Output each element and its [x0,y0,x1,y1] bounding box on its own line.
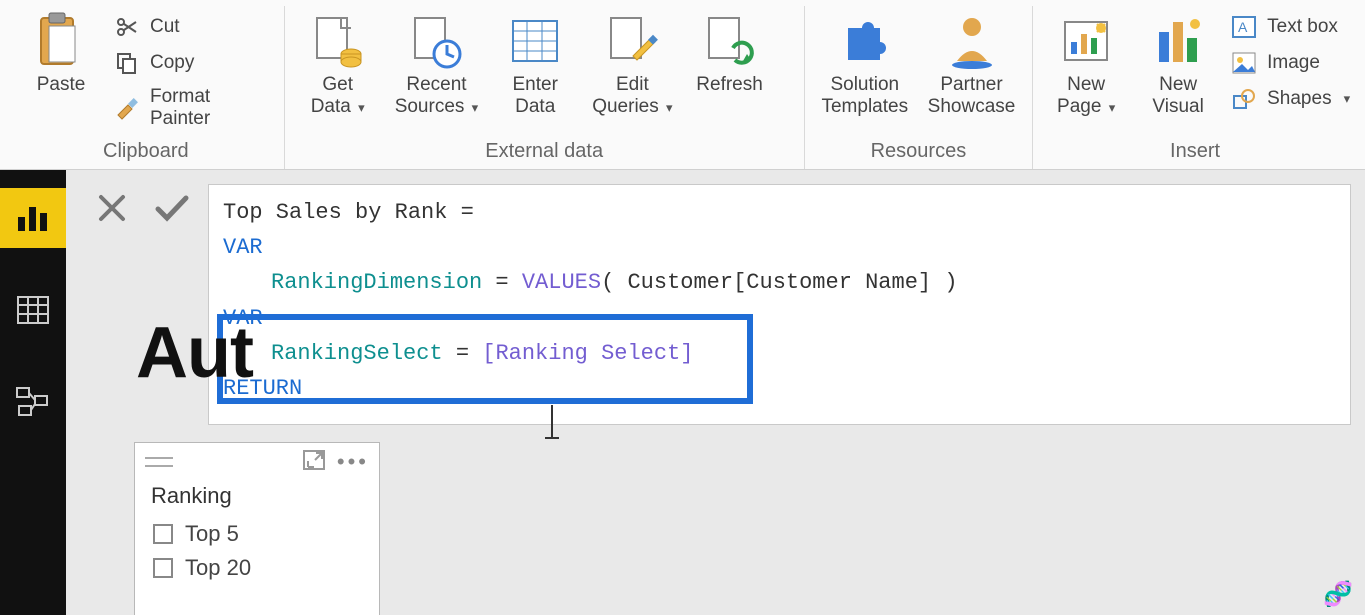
refresh-button[interactable]: Refresh [687,6,773,96]
new-page-button[interactable]: New Page ▾ [1043,6,1129,119]
new-page-label: New Page ▾ [1057,74,1115,119]
group-label-clipboard: Clipboard [18,136,274,169]
var-name: RankingSelect [271,341,443,366]
keyword-var: VAR [223,235,263,260]
chevron-down-icon: ▾ [358,100,365,115]
measure-ref: [Ranking Select] [482,341,693,366]
slicer-visual[interactable]: ••• Ranking Top 5 Top 20 [134,442,380,615]
text-box-button[interactable]: A Text box [1227,12,1354,42]
chevron-down-icon: ▾ [666,100,673,115]
paste-icon [30,10,92,72]
edit-queries-label: Edit Queries ▾ [592,74,672,119]
scissors-icon [114,14,140,40]
report-title: Aut [136,312,253,394]
group-label-resources: Resources [815,136,1022,169]
new-visual-label: New Visual [1152,74,1203,119]
focus-mode-icon[interactable] [303,450,325,475]
var-name: RankingDimension [271,270,482,295]
table-icon [16,295,50,325]
ribbon: Paste Cut [0,0,1365,170]
copy-label: Copy [150,52,194,74]
group-label-external-data: External data [295,136,794,169]
formula-bar: Top Sales by Rank = VAR RankingDimension… [66,170,1365,425]
ribbon-group-external-data: Get Data ▾ Recent Sources ▾ [285,6,805,169]
checkbox-icon[interactable] [153,524,173,544]
chevron-down-icon: ▾ [1109,100,1116,115]
solution-templates-label: Solution Templates [821,74,908,119]
partner-showcase-button[interactable]: Partner Showcase [921,6,1022,119]
new-page-icon [1055,10,1117,72]
copy-button[interactable]: Copy [110,48,274,78]
shapes-label: Shapes [1267,88,1331,110]
person-icon [941,10,1003,72]
refresh-icon [699,10,761,72]
ribbon-group-resources: Solution Templates Partner Showcase Reso… [805,6,1033,169]
shapes-icon [1231,86,1257,112]
chevron-down-icon: ▾ [472,100,479,115]
workspace: Top Sales by Rank = VAR RankingDimension… [0,170,1365,615]
slicer-item[interactable]: Top 5 [135,517,379,551]
image-button[interactable]: Image [1227,48,1354,78]
nav-model-view[interactable] [0,372,66,432]
ribbon-group-insert: New Page ▾ New Visual A Text box [1033,6,1357,169]
edit-queries-button[interactable]: Edit Queries ▾ [584,6,680,119]
more-options-icon[interactable]: ••• [337,449,369,475]
formula-text: Top Sales by Rank [223,200,461,225]
paste-label: Paste [37,74,86,96]
slicer-title: Ranking [135,475,379,517]
check-icon [155,193,189,223]
image-icon [1231,50,1257,76]
image-label: Image [1267,52,1320,74]
paste-button[interactable]: Paste [18,6,104,96]
relationship-icon [15,386,51,418]
svg-text:A: A [1238,19,1248,35]
recent-sources-label: Recent Sources ▾ [395,74,479,119]
bar-chart-icon [16,203,50,233]
cut-label: Cut [150,16,180,38]
slicer-item-label: Top 5 [185,521,239,547]
nav-report-view[interactable] [0,188,66,248]
checkbox-icon[interactable] [153,558,173,578]
puzzle-icon [834,10,896,72]
canvas-area: Top Sales by Rank = VAR RankingDimension… [66,170,1365,615]
refresh-label: Refresh [696,74,763,96]
enter-data-icon [504,10,566,72]
partner-showcase-label: Partner Showcase [928,74,1016,119]
copy-icon [114,50,140,76]
text-box-icon: A [1231,14,1257,40]
paintbrush-icon [114,95,140,121]
enter-data-label: Enter Data [512,74,557,119]
text-box-label: Text box [1267,16,1338,38]
slicer-header: ••• [135,443,379,475]
slicer-item[interactable]: Top 20 [135,551,379,585]
get-data-label: Get Data ▾ [311,74,365,119]
commit-formula-button[interactable] [154,190,190,226]
ribbon-group-clipboard: Paste Cut [8,6,285,169]
recent-sources-icon [405,10,467,72]
shapes-button[interactable]: Shapes ▾ [1227,84,1354,114]
drag-handle-icon[interactable] [145,457,291,467]
enter-data-button[interactable]: Enter Data [492,6,578,119]
left-nav [0,170,66,615]
edit-queries-icon [601,10,663,72]
solution-templates-button[interactable]: Solution Templates [815,6,915,119]
group-label-insert: Insert [1043,136,1347,169]
cancel-formula-button[interactable] [94,190,130,226]
close-icon [97,193,127,223]
nav-data-view[interactable] [0,280,66,340]
function-name: VALUES [522,270,601,295]
get-data-icon [307,10,369,72]
new-visual-icon [1147,10,1209,72]
cut-button[interactable]: Cut [110,12,274,42]
new-visual-button[interactable]: New Visual [1135,6,1221,119]
recent-sources-button[interactable]: Recent Sources ▾ [387,6,487,119]
chevron-down-icon: ▾ [1344,91,1351,107]
watermark-logo: 🧬 [1323,580,1353,609]
get-data-button[interactable]: Get Data ▾ [295,6,381,119]
format-painter-button[interactable]: Format Painter [110,84,274,132]
text-cursor [551,405,553,437]
format-painter-label: Format Painter [150,86,270,130]
slicer-item-label: Top 20 [185,555,251,581]
formula-editor[interactable]: Top Sales by Rank = VAR RankingDimension… [208,184,1351,425]
